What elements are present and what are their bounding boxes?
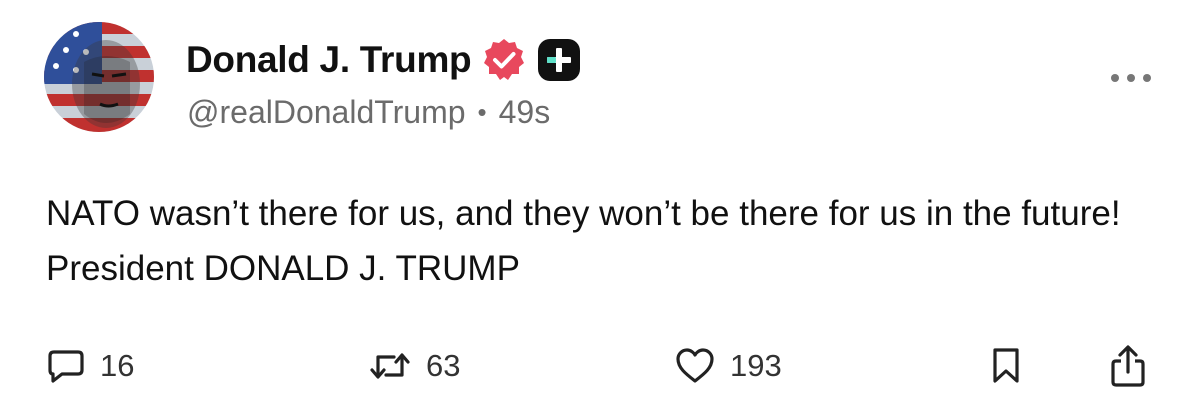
heart-icon [674,346,716,386]
display-name[interactable]: Donald J. Trump [186,39,472,81]
verified-badge-icon [481,37,527,83]
ellipsis-icon [1111,74,1151,82]
like-button[interactable]: 193 [674,340,782,392]
speech-bubble-icon [46,346,86,386]
plus-badge-icon [537,38,581,82]
bookmark-button[interactable] [990,340,1022,392]
more-options-button[interactable] [1106,66,1156,90]
author-name-row: Donald J. Trump [186,36,581,84]
share-icon [1108,344,1148,388]
post-text: NATO wasn’t there for us, and they won’t… [46,194,1121,288]
handle-row: @realDonaldTrump • 49s [187,92,550,132]
repost-button[interactable]: 63 [368,340,460,392]
separator-dot: • [477,96,487,127]
share-button[interactable] [1108,340,1148,392]
handle[interactable]: @realDonaldTrump [187,94,466,131]
bookmark-icon [990,346,1022,386]
avatar-image [44,22,154,132]
repost-count: 63 [426,348,461,383]
timestamp[interactable]: 49s [499,94,551,131]
reply-button[interactable]: 16 [46,340,134,392]
reply-count: 16 [100,348,135,383]
avatar[interactable] [44,22,154,132]
repost-arrows-icon [368,346,412,386]
like-count: 193 [730,348,782,383]
